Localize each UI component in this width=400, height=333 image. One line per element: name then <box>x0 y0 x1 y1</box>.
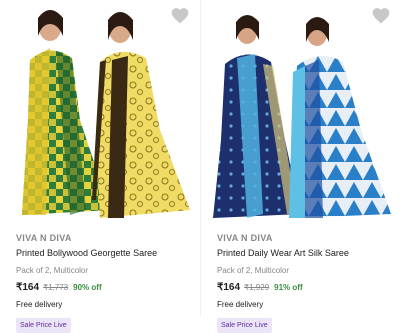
price: ₹164 <box>217 282 241 293</box>
product-subtitle: Pack of 2, Multicolor <box>16 266 89 275</box>
discount: 91% off <box>274 283 303 292</box>
heart-icon[interactable] <box>371 6 391 26</box>
delivery-info: Free delivery <box>16 300 63 309</box>
product-grid: VIVA N DIVA Printed Bollywood Georgette … <box>0 0 400 333</box>
product-title[interactable]: Printed Daily Wear Art Silk Saree <box>217 248 400 260</box>
discount: 90% off <box>73 283 102 292</box>
price-row: ₹164 ₹1,929 91% off <box>217 282 400 296</box>
product-subtitle: Pack of 2, Multicolor <box>217 266 290 275</box>
product-image[interactable] <box>0 0 200 222</box>
brand-name: VIVA N DIVA <box>217 233 273 243</box>
original-price: ₹1,773 <box>43 283 69 292</box>
product-info: VIVA N DIVA Printed Daily Wear Art Silk … <box>201 233 400 333</box>
heart-icon[interactable] <box>170 6 190 26</box>
sale-badge: Sale Price Live <box>217 318 272 333</box>
price-row: ₹164 ₹1,773 90% off <box>16 282 200 296</box>
price: ₹164 <box>16 282 40 293</box>
product-card[interactable]: VIVA N DIVA Printed Daily Wear Art Silk … <box>200 0 400 333</box>
product-info: VIVA N DIVA Printed Bollywood Georgette … <box>0 233 200 333</box>
product-title[interactable]: Printed Bollywood Georgette Saree <box>16 248 200 260</box>
sale-badge: Sale Price Live <box>16 318 71 333</box>
product-image[interactable] <box>201 0 400 222</box>
delivery-info: Free delivery <box>217 300 264 309</box>
product-card[interactable]: VIVA N DIVA Printed Bollywood Georgette … <box>0 0 200 333</box>
saree-image <box>22 10 190 218</box>
saree-image <box>213 15 391 219</box>
brand-name: VIVA N DIVA <box>16 233 72 243</box>
original-price: ₹1,929 <box>244 283 270 292</box>
